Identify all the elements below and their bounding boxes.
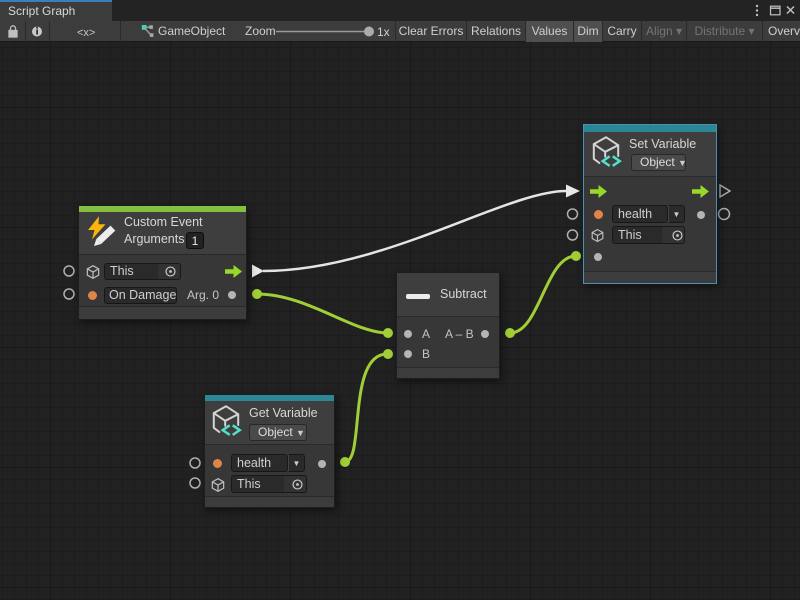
svg-text:<x>: <x> xyxy=(77,27,95,39)
svg-text:1x: 1x xyxy=(377,25,390,39)
